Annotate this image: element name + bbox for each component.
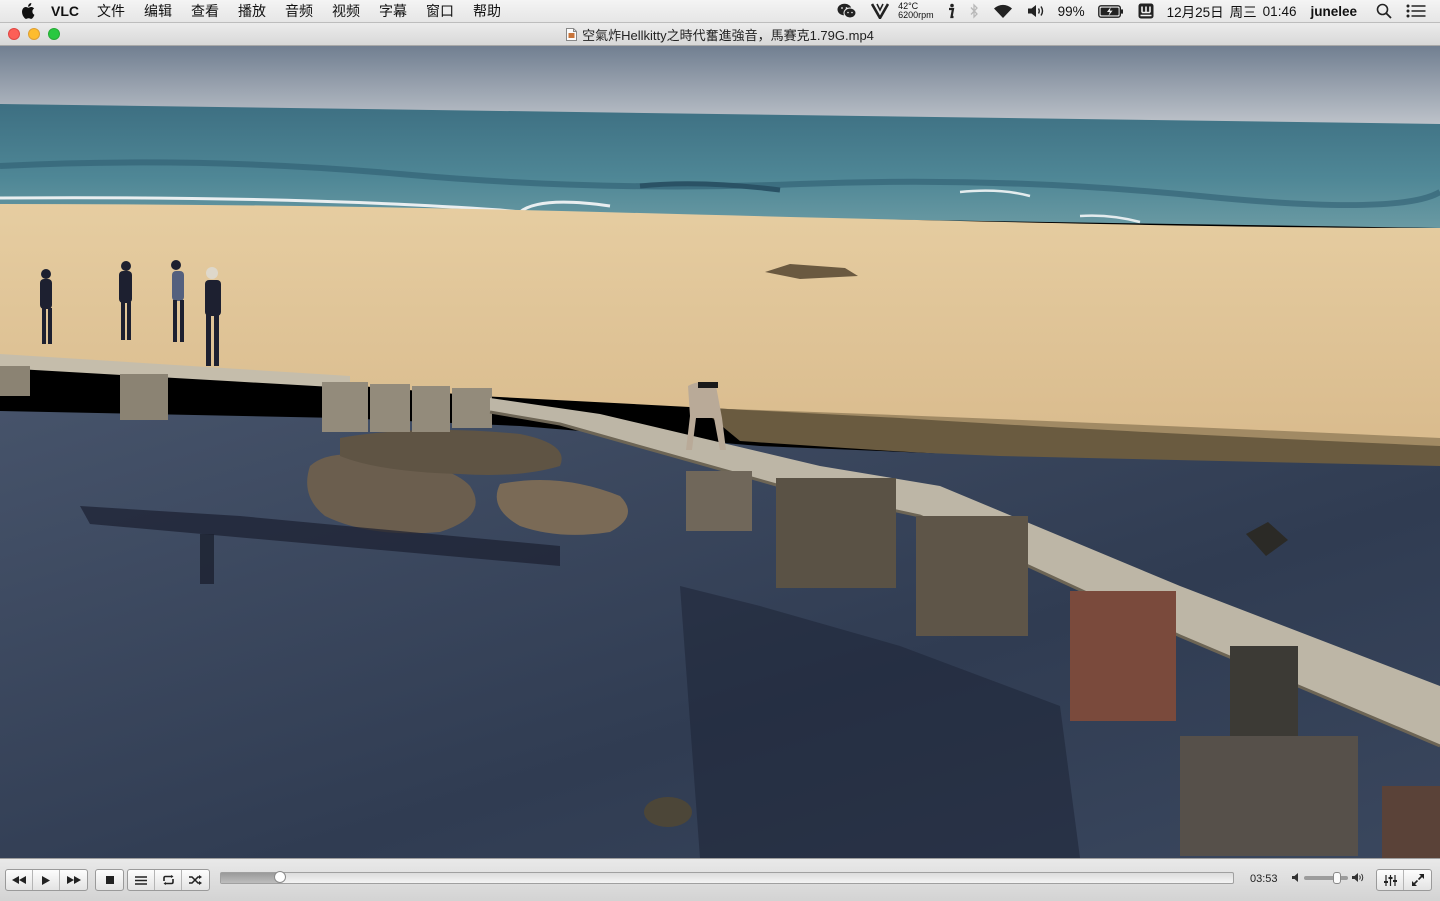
volume-icon[interactable] [1027,0,1045,22]
volume-slider-knob[interactable] [1332,871,1341,884]
temperature-monitor[interactable]: 42°C 6200rpm [898,2,934,20]
video-display[interactable] [0,46,1440,858]
document-file-icon[interactable] [566,27,578,41]
playback-controller: 03:53 [0,858,1440,901]
vpn-v-icon[interactable] [871,0,890,22]
info-icon[interactable] [947,0,955,22]
user-account[interactable]: junelee [1310,4,1357,19]
close-window-button[interactable] [8,28,20,40]
wechat-icon[interactable] [837,0,857,22]
status-area: 42°C 6200rpm 99% 12月25日 周三 01:46 junelee [830,0,1440,22]
volume-control [1292,871,1364,884]
repeat-button[interactable] [155,870,182,890]
stop-button-group [95,869,124,891]
playlist-buttons [127,869,210,891]
zoom-window-button[interactable] [48,28,60,40]
playlist-toggle-button[interactable] [128,870,155,890]
input-method-icon[interactable] [1138,0,1154,22]
seek-bar[interactable] [220,871,1234,884]
window-controls [8,28,60,40]
date-display[interactable]: 12月25日 [1167,1,1224,21]
window-option-buttons [1376,869,1432,891]
play-button[interactable] [33,870,60,890]
menu-file[interactable]: 文件 [97,1,125,21]
volume-mute-icon[interactable] [1292,873,1300,882]
seek-bar-knob[interactable] [273,871,286,883]
stop-button[interactable] [96,870,123,890]
fan-speed: 6200rpm [898,10,934,20]
transport-buttons [5,869,88,891]
fullscreen-button[interactable] [1404,870,1431,890]
notification-center-icon[interactable] [1406,0,1426,22]
window-title: 空氣炸Hellkitty之時代奮進強音，馬賽克1.79G.mp4 [582,27,874,43]
window-title-bar[interactable]: 空氣炸Hellkitty之時代奮進強音，馬賽克1.79G.mp4 [0,23,1440,46]
wifi-icon[interactable] [993,0,1013,22]
app-name-menu[interactable]: VLC [51,3,79,19]
effects-equalizer-button[interactable] [1377,870,1404,890]
clock-display[interactable]: 01:46 [1263,4,1297,19]
menu-subtitles[interactable]: 字幕 [379,1,407,21]
battery-percent[interactable]: 99% [1058,4,1085,19]
weekday-display[interactable]: 周三 [1230,1,1257,21]
spotlight-search-icon[interactable] [1376,0,1392,22]
volume-max-icon[interactable] [1352,873,1364,882]
seek-bar-elapsed [221,873,280,883]
menu-edit[interactable]: 编辑 [144,1,172,21]
menu-audio[interactable]: 音频 [285,1,313,21]
menu-playback[interactable]: 播放 [238,1,266,21]
rewind-button[interactable] [6,870,33,890]
volume-slider[interactable] [1304,871,1348,884]
shuffle-button[interactable] [182,870,209,890]
apple-menu-icon[interactable] [17,0,39,22]
menu-video[interactable]: 视频 [332,1,360,21]
menu-help[interactable]: 帮助 [473,1,501,21]
menu-view[interactable]: 查看 [191,1,219,21]
fast-forward-button[interactable] [60,870,87,890]
menu-bar: VLC 文件 编辑 查看 播放 音频 视频 字幕 窗口 帮助 42°C 6200… [0,0,1440,23]
minimize-window-button[interactable] [28,28,40,40]
menu-window[interactable]: 窗口 [426,1,454,21]
battery-charging-icon[interactable] [1097,0,1124,22]
bluetooth-icon[interactable] [969,0,979,22]
video-frame-image [0,46,1440,858]
elapsed-time[interactable]: 03:53 [1250,873,1278,885]
